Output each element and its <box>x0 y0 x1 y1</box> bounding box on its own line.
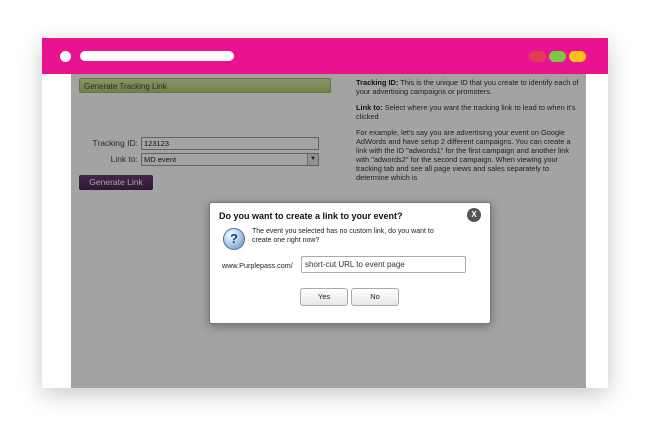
close-window-button[interactable] <box>529 51 546 62</box>
shortcut-url-input[interactable]: short-cut URL to event page <box>301 256 466 273</box>
dialog-title: Do you want to create a link to your eve… <box>219 211 403 221</box>
browser-window: Generate Tracking Link Tracking ID: 1231… <box>42 38 608 388</box>
tab-dot[interactable] <box>60 51 71 62</box>
close-icon[interactable]: X <box>467 208 481 222</box>
create-link-dialog: Do you want to create a link to your eve… <box>209 202 491 324</box>
yes-button[interactable]: Yes <box>300 288 348 306</box>
page-content: Generate Tracking Link Tracking ID: 1231… <box>71 74 586 388</box>
address-bar[interactable] <box>80 51 234 61</box>
no-button[interactable]: No <box>351 288 399 306</box>
url-prefix: www.Purplepass.com/ <box>222 261 293 270</box>
browser-toolbar <box>42 38 608 74</box>
question-icon: ? <box>223 228 245 250</box>
dialog-message: The event you selected has no custom lin… <box>252 228 434 244</box>
maximize-window-button[interactable] <box>569 51 586 62</box>
minimize-window-button[interactable] <box>549 51 566 62</box>
